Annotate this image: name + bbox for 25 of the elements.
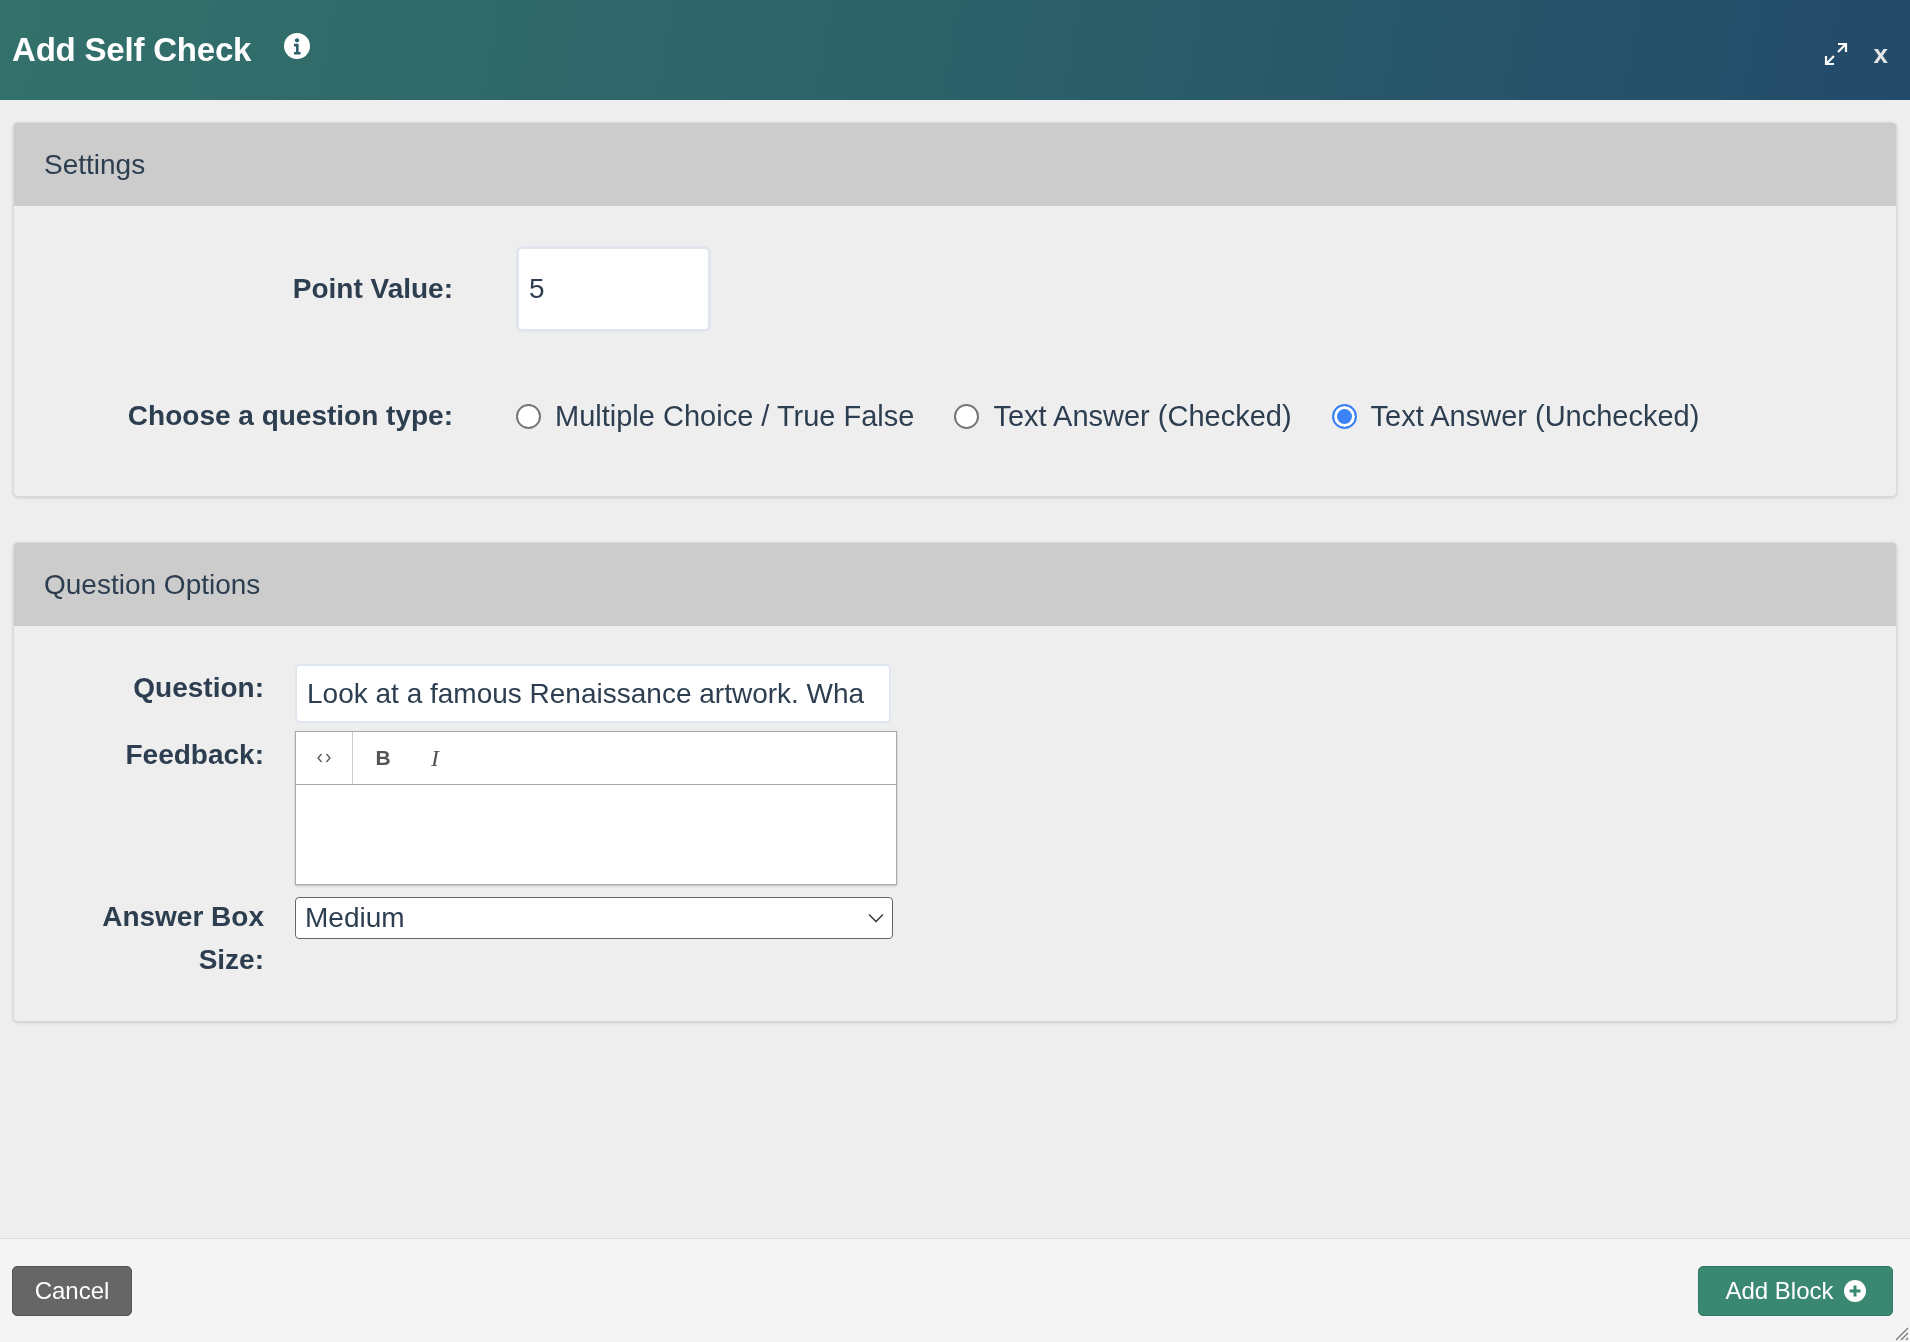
- panel-title: Question Options: [44, 568, 261, 601]
- answer-box-size-select[interactable]: Medium: [295, 897, 893, 939]
- add-block-button[interactable]: Add Block: [1698, 1265, 1893, 1316]
- radio-button[interactable]: [954, 403, 980, 429]
- field-label: Choose a question type:: [127, 399, 453, 433]
- plus-circle-icon: [1843, 1279, 1866, 1302]
- chevron-down-icon: [868, 913, 884, 923]
- field-label: Feedback:: [125, 738, 264, 772]
- code-icon: [317, 753, 331, 763]
- field-label: Question:: [133, 671, 264, 705]
- cancel-button[interactable]: Cancel: [12, 1265, 132, 1316]
- radio-label[interactable]: Multiple Choice / True False: [555, 399, 915, 433]
- point-value-input[interactable]: 5: [516, 246, 711, 332]
- radio-label[interactable]: Text Answer (Unchecked): [1370, 399, 1700, 433]
- radio-label[interactable]: Text Answer (Checked): [993, 399, 1292, 433]
- panel-title: Settings: [44, 148, 146, 181]
- radio-button[interactable]: [516, 403, 541, 429]
- field-label: Point Value:: [292, 272, 453, 306]
- info-icon[interactable]: [284, 33, 311, 59]
- question-input[interactable]: Look at a famous Renaissance artwork. Wha: [295, 664, 891, 723]
- window-title: Add Self Check: [12, 31, 252, 69]
- close-button[interactable]: x: [1869, 38, 1892, 70]
- expand-icon[interactable]: [1823, 42, 1848, 66]
- field-label: Answer Box Size:: [101, 900, 264, 977]
- radio-button[interactable]: [1331, 403, 1357, 429]
